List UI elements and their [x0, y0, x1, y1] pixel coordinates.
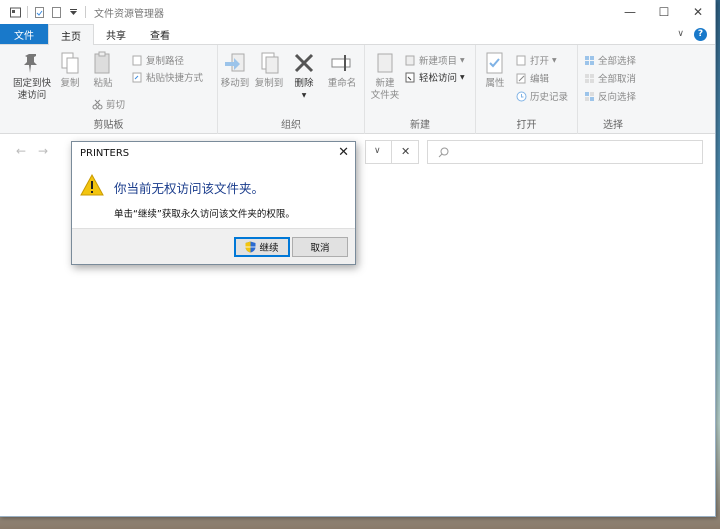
- pin-icon: [24, 54, 37, 73]
- tab-share[interactable]: 共享: [94, 24, 138, 44]
- edit-icon: [516, 73, 526, 83]
- chevron-down-icon: ∨: [374, 146, 381, 156]
- scissors-icon: [92, 99, 103, 109]
- copy-icon: [61, 52, 79, 74]
- paste-shortcut-icon: [132, 72, 142, 82]
- chevron-down-icon: ▼: [460, 73, 465, 81]
- permission-dialog: PRINTERS ✕ 你当前无权访问该文件夹。 单击“继续”获取永久访问该文件夹…: [71, 141, 356, 265]
- caption-buttons: — ☐ ✕: [613, 0, 715, 24]
- copy-button[interactable]: 复制: [56, 51, 84, 90]
- properties-button[interactable]: 属性: [480, 51, 510, 90]
- new-item-button[interactable]: 新建项目 ▼: [405, 53, 465, 67]
- close-button[interactable]: ✕: [681, 0, 715, 24]
- group-label-new: 新建: [410, 120, 430, 131]
- paste-shortcut-button[interactable]: 粘贴快捷方式: [132, 70, 203, 84]
- chevron-down-icon: ▼: [460, 56, 465, 64]
- group-label-clipboard: 剪贴板: [93, 120, 124, 131]
- warning-icon: [80, 174, 104, 196]
- open-button[interactable]: 打开 ▼: [516, 53, 557, 67]
- search-icon: [438, 147, 449, 158]
- explorer-icon: [10, 7, 21, 17]
- properties-icon: [486, 52, 503, 74]
- select-all-icon: [585, 55, 594, 65]
- group-new: 新建 文件夹 新建项目 ▼ 轻松访问 ▼ 新建: [365, 45, 476, 134]
- title-bar: 文件资源管理器 — ☐ ✕: [0, 0, 715, 24]
- address-dropdown[interactable]: ∨: [365, 140, 391, 164]
- chevron-down-icon: ▼: [552, 56, 557, 64]
- toolbar-separator: [27, 6, 28, 18]
- delete-icon: [294, 53, 314, 73]
- rename-button[interactable]: 重命名: [322, 51, 362, 90]
- history-icon: [516, 91, 527, 101]
- group-label-open: 打开: [516, 120, 537, 131]
- toolbar-separator: [85, 6, 86, 18]
- group-select: 全部选择 全部取消 反向选择 选择: [578, 45, 648, 134]
- quick-access-toolbar: [0, 0, 86, 24]
- select-none-button[interactable]: 全部取消: [584, 71, 636, 85]
- back-arrow-icon[interactable]: ←: [16, 144, 26, 158]
- uac-shield-icon: [245, 241, 256, 253]
- rename-icon: [331, 55, 351, 71]
- select-all-button[interactable]: 全部选择: [584, 53, 636, 67]
- copy-path-icon: [132, 55, 142, 65]
- cut-button[interactable]: 剪切: [92, 97, 125, 111]
- dialog-title: PRINTERS: [80, 148, 130, 159]
- move-to-button[interactable]: 移动到: [218, 51, 252, 90]
- easy-access-button[interactable]: 轻松访问 ▼: [405, 70, 465, 84]
- folder-icon: [377, 53, 393, 73]
- move-to-icon: [225, 53, 245, 72]
- cancel-button[interactable]: 取消: [292, 237, 348, 257]
- tab-view[interactable]: 查看: [138, 24, 182, 44]
- edit-button[interactable]: 编辑: [516, 71, 549, 85]
- help-icon[interactable]: ?: [694, 27, 707, 41]
- invert-selection-button[interactable]: 反向选择: [584, 89, 636, 103]
- forward-arrow-icon[interactable]: →: [38, 144, 48, 158]
- group-organize: 移动到 复制到 删除 ▼ 重命名 组织: [218, 45, 365, 134]
- maximize-button[interactable]: ☐: [647, 0, 681, 24]
- copy-to-icon: [261, 52, 279, 74]
- new-folder-button[interactable]: 新建 文件夹: [367, 51, 403, 102]
- copy-to-button[interactable]: 复制到: [252, 51, 286, 90]
- ribbon-tabs: 文件 主页 共享 查看 ∨ ?: [0, 24, 715, 45]
- stop-button[interactable]: ✕: [391, 140, 419, 164]
- customize-toolbar-icon[interactable]: [68, 7, 79, 18]
- group-clipboard: 固定到快 速访问 复制 粘贴 复制路径 粘贴快捷方式 剪切 剪贴板: [0, 45, 218, 134]
- file-explorer-window: 文件资源管理器 — ☐ ✕ 文件 主页 共享 查看 ∨ ? 固定到快 速访问 复…: [0, 0, 716, 517]
- minimize-button[interactable]: —: [613, 0, 647, 24]
- history-button[interactable]: 历史记录: [516, 89, 568, 103]
- dialog-footer: 继续 取消: [72, 228, 355, 264]
- easy-access-icon: [405, 72, 415, 82]
- dialog-message: 你当前无权访问该文件夹。: [114, 181, 265, 196]
- dialog-detail: 单击“继续”获取永久访问该文件夹的权限。: [114, 209, 295, 220]
- dialog-close-button[interactable]: ✕: [338, 145, 349, 160]
- tab-file[interactable]: 文件: [0, 24, 48, 44]
- search-input[interactable]: [427, 140, 703, 164]
- new-folder-icon[interactable]: [51, 6, 62, 18]
- new-item-icon: [405, 55, 415, 65]
- continue-button[interactable]: 继续: [234, 237, 290, 257]
- close-icon: ✕: [401, 145, 411, 158]
- chevron-down-icon[interactable]: ∨: [677, 29, 684, 39]
- tab-home[interactable]: 主页: [48, 24, 94, 45]
- pin-to-quick-access-button[interactable]: 固定到快 速访问: [10, 51, 54, 102]
- open-icon: [516, 55, 526, 65]
- select-none-icon: [585, 73, 594, 83]
- invert-selection-icon: [585, 91, 594, 101]
- group-label-select: 选择: [603, 120, 623, 131]
- copy-path-button[interactable]: 复制路径: [132, 53, 184, 67]
- paste-button[interactable]: 粘贴: [88, 51, 118, 90]
- properties-icon[interactable]: [34, 6, 45, 18]
- group-label-organize: 组织: [281, 120, 301, 131]
- group-open: 属性 打开 ▼ 编辑 历史记录 打开: [476, 45, 578, 134]
- paste-icon: [94, 51, 110, 74]
- chevron-down-icon: ▼: [301, 92, 307, 99]
- window-title: 文件资源管理器: [94, 8, 164, 20]
- delete-button[interactable]: 删除 ▼: [292, 51, 316, 102]
- ribbon: 固定到快 速访问 复制 粘贴 复制路径 粘贴快捷方式 剪切 剪贴板 移动到 复制…: [0, 45, 715, 134]
